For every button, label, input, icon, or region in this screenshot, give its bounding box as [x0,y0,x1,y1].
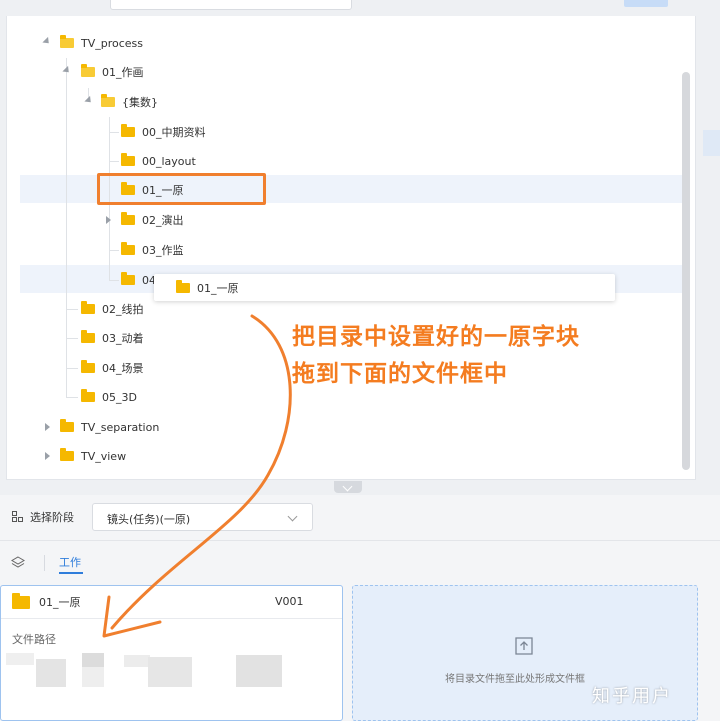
annotation-arrow [102,314,292,638]
watermark: 知乎用户 [592,686,672,707]
